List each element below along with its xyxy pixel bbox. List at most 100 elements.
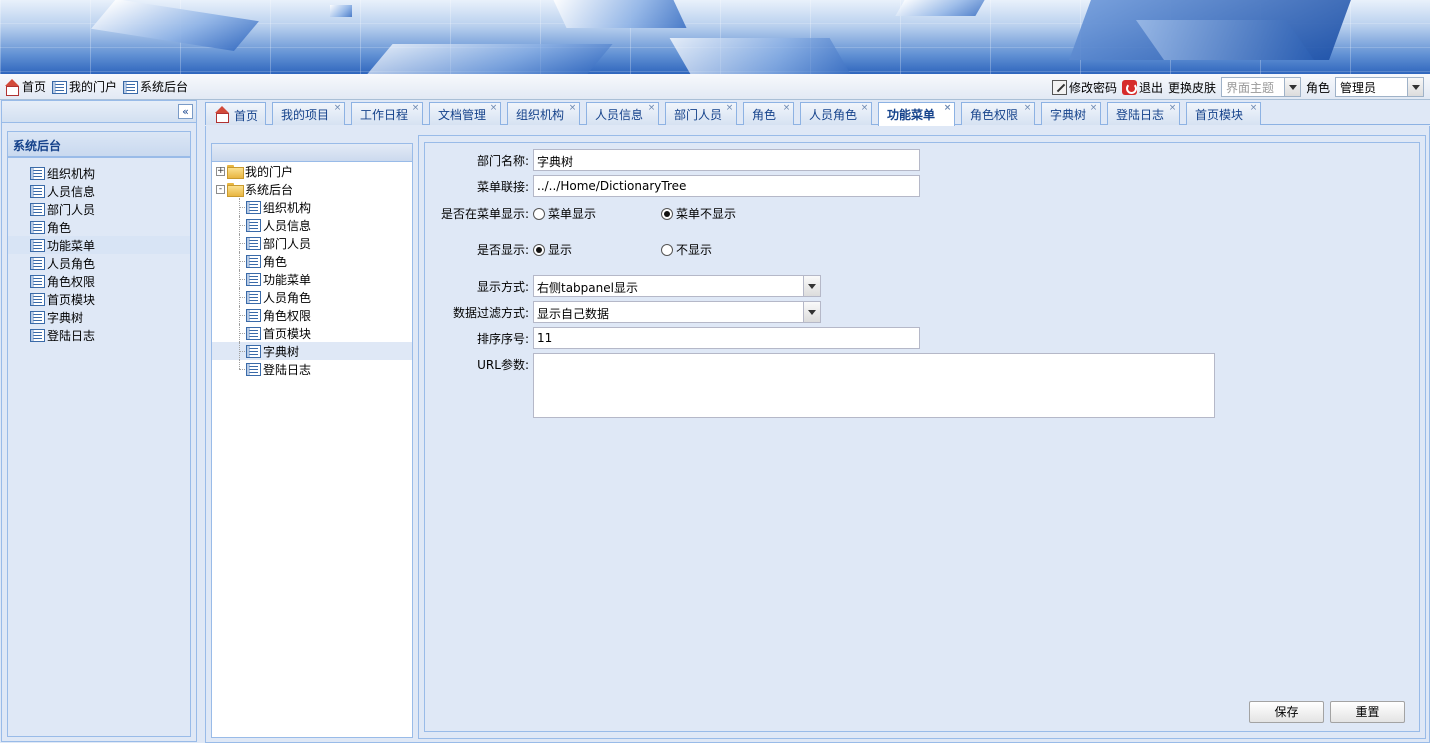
collapse-left-icon[interactable]: « bbox=[178, 104, 193, 119]
tree-leaf-label: 功能菜单 bbox=[263, 272, 312, 287]
tree-leaf[interactable]: 首页模块 bbox=[212, 324, 412, 342]
close-icon[interactable]: × bbox=[1023, 104, 1032, 113]
close-icon[interactable]: × bbox=[1168, 104, 1177, 113]
top-nav-home[interactable]: 首页 bbox=[4, 78, 46, 96]
display-mode-select[interactable]: 右侧tabpanel显示 bbox=[533, 275, 821, 297]
list-icon bbox=[30, 221, 45, 234]
close-icon[interactable]: × bbox=[489, 104, 498, 113]
tab[interactable]: 首页模块 × bbox=[1186, 102, 1261, 125]
menu-show-radio[interactable]: 菜单显示 bbox=[533, 205, 661, 222]
close-icon[interactable]: × bbox=[333, 104, 342, 113]
hidden-radio[interactable]: 不显示 bbox=[661, 241, 712, 258]
top-nav-system-admin[interactable]: 系统后台 bbox=[123, 78, 188, 95]
tab[interactable]: 文档管理 × bbox=[429, 102, 501, 125]
tree-leaf[interactable]: 角色权限 bbox=[212, 306, 412, 324]
top-nav-label: 系统后台 bbox=[140, 80, 189, 94]
display-mode-label: 显示方式: bbox=[476, 279, 529, 294]
sort-field[interactable]: 11 bbox=[533, 327, 920, 349]
sidebar-item[interactable]: 人员角色 bbox=[8, 254, 190, 272]
home-icon bbox=[4, 78, 20, 96]
close-icon[interactable]: × bbox=[725, 104, 734, 113]
url-params-field[interactable] bbox=[533, 353, 1215, 418]
tree-leaf[interactable]: 登陆日志 bbox=[212, 360, 412, 378]
filter-select[interactable]: 显示自己数据 bbox=[533, 301, 821, 323]
tree-leaf[interactable]: 组织机构 bbox=[212, 198, 412, 216]
sidebar-panel: 系统后台 组织机构 人员信息 部门人员 角色 功能菜单 人员角色 角色权限 首页模块 字典树 登陆… bbox=[7, 131, 191, 737]
tab[interactable]: 字典树 × bbox=[1041, 102, 1101, 125]
tab-label: 角色 bbox=[752, 108, 777, 122]
tree-leaf[interactable]: 人员角色 bbox=[212, 288, 412, 306]
visible-radio[interactable]: 显示 bbox=[533, 241, 661, 258]
filter-value: 显示自己数据 bbox=[537, 307, 610, 321]
close-icon[interactable]: × bbox=[860, 104, 869, 113]
skin-select[interactable]: 界面主题 bbox=[1220, 77, 1301, 97]
sidebar-item[interactable]: 首页模块 bbox=[8, 290, 190, 308]
logout-button[interactable]: 退出 bbox=[1121, 79, 1163, 96]
tab-label: 首页模块 bbox=[1195, 108, 1244, 122]
tab[interactable]: 角色权限 × bbox=[961, 102, 1035, 125]
tab[interactable]: 部门人员 × bbox=[665, 102, 737, 125]
sidebar-item[interactable]: 角色权限 bbox=[8, 272, 190, 290]
tab[interactable]: 人员信息 × bbox=[586, 102, 659, 125]
tree-leaf[interactable]: 部门人员 bbox=[212, 234, 412, 252]
close-icon[interactable]: × bbox=[1089, 104, 1098, 113]
reset-button[interactable]: 重置 bbox=[1330, 701, 1405, 723]
sidebar-item[interactable]: 功能菜单 bbox=[8, 236, 190, 254]
sort-label: 排序序号: bbox=[476, 331, 529, 346]
sidebar-item[interactable]: 组织机构 bbox=[8, 164, 190, 182]
close-icon[interactable]: × bbox=[943, 104, 952, 113]
tree-node[interactable]: + 我的门户 bbox=[212, 162, 412, 180]
tab[interactable]: 人员角色 × bbox=[800, 102, 872, 125]
close-icon[interactable]: × bbox=[1249, 104, 1258, 113]
list-icon bbox=[30, 257, 45, 270]
sidebar-item[interactable]: 角色 bbox=[8, 218, 190, 236]
sidebar-item-label: 字典树 bbox=[47, 310, 84, 325]
role-select[interactable]: 管理员 bbox=[1335, 77, 1424, 97]
tab[interactable]: 组织机构 × bbox=[507, 102, 580, 125]
tab-label: 角色权限 bbox=[970, 108, 1019, 122]
menu-link-field[interactable]: ../../Home/DictionaryTree bbox=[533, 175, 920, 197]
sidebar-item-label: 角色权限 bbox=[47, 274, 96, 289]
dept-name-field[interactable]: 字典树 bbox=[533, 149, 920, 171]
banner-shape bbox=[669, 38, 851, 74]
tree-node[interactable]: - 系统后台 bbox=[212, 180, 412, 198]
close-icon[interactable]: × bbox=[568, 104, 577, 113]
tree-leaf[interactable]: 人员信息 bbox=[212, 216, 412, 234]
tab[interactable]: 首页 bbox=[205, 102, 266, 125]
tree-leaf-label: 人员信息 bbox=[263, 218, 312, 233]
close-icon[interactable]: × bbox=[647, 104, 656, 113]
chevron-down-icon[interactable] bbox=[803, 276, 820, 296]
chevron-down-icon[interactable] bbox=[1407, 78, 1423, 96]
tree-leaf[interactable]: 字典树 bbox=[212, 342, 412, 360]
tree-node-label: 我的门户 bbox=[245, 164, 294, 179]
radio-checked-icon bbox=[533, 243, 545, 256]
top-nav-my-portal[interactable]: 我的门户 bbox=[52, 78, 117, 95]
change-password-button[interactable]: 修改密码 bbox=[1051, 79, 1117, 96]
close-icon[interactable]: × bbox=[782, 104, 791, 113]
menu-tree-panel: + 我的门户 - 系统后台 组织机构人员信息 部门人员 角色功能菜单 人员角色 角色权限 首页模块… bbox=[211, 143, 413, 738]
chevron-down-icon[interactable] bbox=[803, 302, 820, 322]
expand-icon[interactable]: + bbox=[216, 166, 225, 176]
tab[interactable]: 功能菜单 × bbox=[878, 102, 955, 126]
menu-hide-radio[interactable]: 菜单不显示 bbox=[661, 205, 736, 222]
sidebar-item[interactable]: 登陆日志 bbox=[8, 326, 190, 344]
tab[interactable]: 登陆日志 × bbox=[1107, 102, 1180, 125]
sidebar-item[interactable]: 人员信息 bbox=[8, 182, 190, 200]
menu-link-label: 菜单联接: bbox=[476, 179, 529, 194]
chevron-down-icon[interactable] bbox=[1283, 78, 1300, 96]
tree-leaf[interactable]: 功能菜单 bbox=[212, 270, 412, 288]
visible-label: 是否显示: bbox=[476, 243, 529, 257]
tab[interactable]: 工作日程 × bbox=[351, 102, 423, 125]
tab[interactable]: 角色 × bbox=[743, 102, 794, 125]
list-icon bbox=[30, 185, 45, 198]
save-button[interactable]: 保存 bbox=[1249, 701, 1324, 723]
top-nav: 首页 我的门户 系统后台 bbox=[4, 78, 188, 96]
tab[interactable]: 我的项目 × bbox=[272, 102, 345, 125]
collapse-icon[interactable]: - bbox=[216, 184, 225, 194]
sidebar-item[interactable]: 部门人员 bbox=[8, 200, 190, 218]
close-icon[interactable]: × bbox=[411, 104, 420, 113]
list-icon bbox=[246, 201, 261, 214]
tree-leaf[interactable]: 角色 bbox=[212, 252, 412, 270]
sidebar-item[interactable]: 字典树 bbox=[8, 308, 190, 326]
list-icon bbox=[30, 203, 45, 216]
